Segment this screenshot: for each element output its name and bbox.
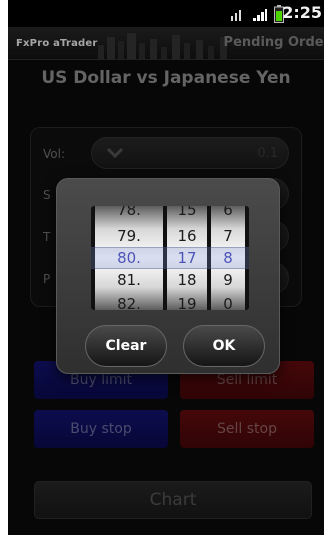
status-clock: 2:25 xyxy=(282,3,322,22)
signal-bars-icon xyxy=(231,10,241,21)
device-screen: 2:25 FxPro aTrader Pending Order US Doll… xyxy=(8,0,324,535)
picker-cell: 15 xyxy=(177,206,197,219)
network-signal-icon xyxy=(253,9,267,21)
number-picker: 78. 79. 80. 81. 82. 15 16 17 18 19 6 7 8… xyxy=(91,206,249,310)
clear-button[interactable]: Clear xyxy=(85,325,167,367)
picker-cell: 19 xyxy=(177,295,197,310)
ok-button[interactable]: OK xyxy=(183,325,265,367)
picker-cell: 16 xyxy=(177,227,197,245)
picker-cell: 7 xyxy=(223,227,233,245)
picker-cell: 82. xyxy=(117,295,141,310)
picker-cell: 18 xyxy=(177,271,197,289)
picker-cell: 78. xyxy=(117,206,141,219)
picker-cell: 6 xyxy=(223,206,233,219)
number-picker-dialog: 78. 79. 80. 81. 82. 15 16 17 18 19 6 7 8… xyxy=(56,178,280,374)
picker-cell: 81. xyxy=(117,271,141,289)
picker-selection-band xyxy=(91,247,249,269)
status-bar: 2:25 xyxy=(8,0,324,27)
picker-cell: 79. xyxy=(117,227,141,245)
picker-cell: 0 xyxy=(223,295,233,310)
picker-cell: 9 xyxy=(223,271,233,289)
